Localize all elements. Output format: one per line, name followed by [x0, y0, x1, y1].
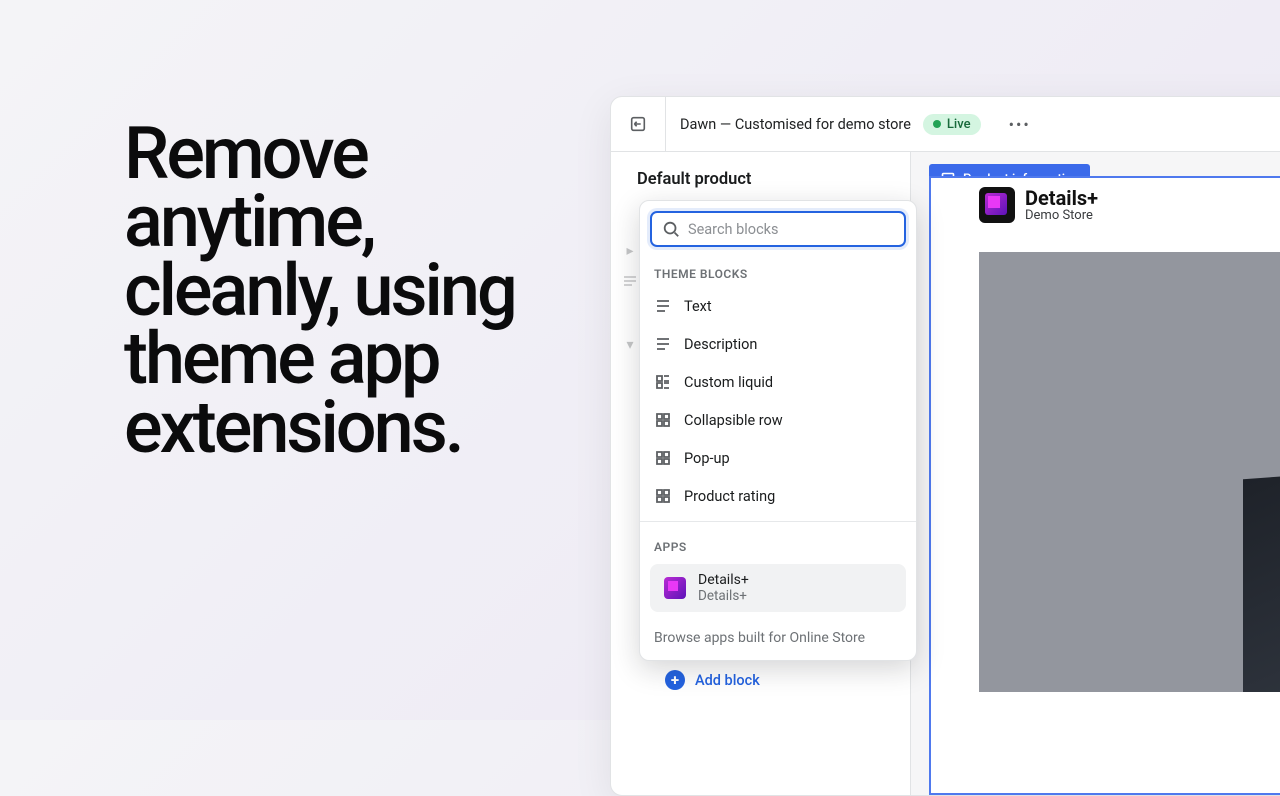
more-menu-button[interactable]: ••• — [1009, 115, 1031, 134]
preview-canvas: Product information Details+ Demo Store … — [911, 152, 1280, 795]
theme-name: Dawn — Customised for demo store — [680, 116, 911, 133]
site-title: Details+ — [1025, 188, 1098, 208]
app-block-name: Details+ — [698, 572, 749, 588]
theme-blocks-label: THEME BLOCKS — [640, 255, 916, 287]
block-option-label: Product rating — [684, 488, 775, 505]
chevron-right-icon: ▸ — [621, 242, 639, 260]
add-block-button[interactable]: + Add block — [665, 662, 760, 698]
details-plus-app-icon — [664, 577, 686, 599]
site-subtitle: Demo Store — [1025, 208, 1098, 223]
storefront-preview: Details+ Demo Store Home Catal Storeprop — [929, 176, 1280, 795]
live-badge: Live — [923, 114, 981, 135]
app-block-vendor: Details+ — [698, 588, 749, 604]
editor-main: Default product ▸ ▾ + Add blo — [611, 152, 1280, 795]
popup-icon — [654, 449, 672, 467]
plus-icon: + — [665, 670, 685, 690]
block-option-app-details-plus[interactable]: Details+ Details+ — [650, 564, 906, 612]
apps-label: APPS — [640, 528, 916, 560]
liquid-icon — [654, 373, 672, 391]
block-picker-popup: THEME BLOCKS Text Description — [639, 200, 917, 661]
sidebar-item-collapsed[interactable]: ▸ — [621, 236, 639, 266]
top-bar: Dawn — Customised for demo store Live ••… — [611, 97, 1280, 152]
description-icon — [654, 335, 672, 353]
section-title: Default product — [637, 170, 894, 189]
bag-illustration: Storeprop — [1203, 372, 1280, 672]
block-option-label: Text — [684, 298, 712, 315]
status-dot-icon — [933, 120, 941, 128]
block-option-text[interactable]: Text — [640, 287, 916, 325]
text-icon — [621, 272, 639, 290]
exit-button[interactable] — [611, 97, 666, 152]
block-option-product-rating[interactable]: Product rating — [640, 477, 916, 515]
search-blocks-input[interactable] — [688, 221, 894, 238]
block-option-label: Custom liquid — [684, 374, 773, 391]
site-header: Details+ Demo Store Home Catal — [931, 178, 1280, 232]
block-option-label: Collapsible row — [684, 412, 783, 429]
site-logo-icon — [979, 187, 1015, 223]
rating-icon — [654, 487, 672, 505]
exit-icon — [629, 115, 647, 133]
search-icon — [662, 220, 680, 238]
marketing-headline: Remove anytime, cleanly, using theme app… — [124, 120, 564, 462]
chevron-down-icon: ▾ — [621, 336, 639, 354]
block-option-label: Pop-up — [684, 450, 730, 467]
product-image: Storeprop — [979, 252, 1280, 692]
sidebar-item-block[interactable] — [621, 266, 639, 296]
block-option-collapsible-row[interactable]: Collapsible row — [640, 401, 916, 439]
section-sidebar: Default product ▸ ▾ + Add blo — [611, 152, 911, 795]
block-option-custom-liquid[interactable]: Custom liquid — [640, 363, 916, 401]
block-option-pop-up[interactable]: Pop-up — [640, 439, 916, 477]
sidebar-item-expanded[interactable]: ▾ — [621, 330, 639, 360]
block-option-description[interactable]: Description — [640, 325, 916, 363]
divider — [640, 521, 916, 522]
live-badge-label: Live — [947, 117, 971, 132]
collapsible-icon — [654, 411, 672, 429]
block-option-label: Description — [684, 336, 757, 353]
theme-editor-window: Dawn — Customised for demo store Live ••… — [610, 96, 1280, 796]
text-icon — [654, 297, 672, 315]
search-blocks-input-wrapper[interactable] — [650, 211, 906, 247]
add-block-label: Add block — [695, 672, 760, 689]
browse-apps-link[interactable]: Browse apps built for Online Store — [640, 622, 916, 660]
